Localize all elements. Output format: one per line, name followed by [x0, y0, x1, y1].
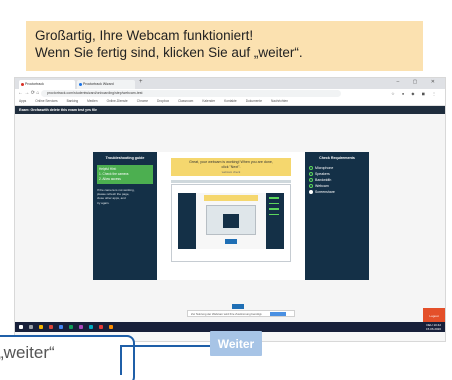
bookmark-item[interactable]: Banking [67, 99, 79, 103]
callout-connector [120, 345, 122, 375]
webcam-preview [171, 184, 291, 262]
extension-icons[interactable]: ☆ ● ◆ ◼ ⋮ [391, 91, 439, 96]
embedded-screen-toolbar [171, 180, 291, 183]
address-row: ← → ⟳ ⌂ proctortrack.com/studentwizard/o… [15, 89, 445, 98]
browser-screenshot: Proctortrack Proctortrack Wizard + – ▢ ✕… [14, 77, 446, 342]
bookmark-item[interactable]: Medien [87, 99, 97, 103]
bookmark-item[interactable]: Apps [19, 99, 26, 103]
preview-right-panel [266, 193, 284, 249]
proctor-content: Troubleshooting guide Helpful Hint: 1. C… [15, 114, 445, 324]
consent-button[interactable] [270, 312, 286, 316]
bookmark-item[interactable]: Nachrichten [271, 99, 288, 103]
preview-center [196, 193, 266, 249]
bookmark-item[interactable]: Chrome [137, 99, 148, 103]
webcam-success-message: Great, your webcam is working! When you … [171, 158, 291, 176]
system-tray-clock[interactable]: DEU 10:42 15.06.2020 [426, 323, 441, 331]
bookmark-item[interactable]: Kontakte [224, 99, 237, 103]
file-explorer-icon[interactable] [39, 325, 43, 329]
bookmark-item[interactable]: Dropbox [157, 99, 169, 103]
troubleshooting-title: Troubleshooting guide [105, 156, 145, 160]
instruction-line-1: Großartig, Ihre Webcam funktioniert! [35, 28, 254, 43]
hint-line: 2. Allow access [99, 177, 121, 181]
check-circle-icon [309, 166, 313, 170]
instruction-line-2: Wenn Sie fertig sind, klicken Sie auf „w… [35, 45, 303, 60]
bookmark-item[interactable]: Kalender [202, 99, 215, 103]
app-icon[interactable] [59, 325, 63, 329]
consent-bar: Zur Nutzung der Webcam wird Ihre Zustimm… [187, 310, 295, 317]
tutorial-slide: Großartig, Ihre Webcam funktioniert! Wen… [0, 0, 452, 380]
exam-title-bar: Exam: Grofaswith delete this exam test y… [15, 106, 445, 114]
bookmark-item[interactable]: Dokumente [246, 99, 262, 103]
requirement-label: Speakers [315, 172, 330, 176]
browser-tab-2[interactable]: Proctortrack Wizard [77, 80, 135, 89]
tab-favicon-icon [79, 83, 82, 86]
search-icon[interactable] [29, 325, 33, 329]
next-button-small[interactable] [232, 304, 244, 309]
troubleshooting-text: If the camera is not working, please ref… [97, 188, 153, 205]
webcam-check-card: Great, your webcam is working! When you … [157, 152, 305, 280]
new-tab-icon[interactable]: + [139, 79, 143, 85]
app-icon[interactable] [109, 325, 113, 329]
trouble-line: try again. [97, 200, 110, 205]
webcam-message-sub: webcam check [221, 170, 241, 174]
zoom-callout-label: „weiter“ [0, 343, 55, 362]
preview-left-panel [178, 193, 196, 249]
app-icon[interactable] [89, 325, 93, 329]
preview-screen-panel [223, 214, 239, 228]
callout-connector [120, 345, 210, 347]
consent-text: Zur Nutzung der Webcam wird Ihre Zustimm… [191, 312, 263, 316]
requirement-label: Webcam [315, 184, 329, 188]
app-icon[interactable] [69, 325, 73, 329]
preview-message [204, 195, 258, 201]
hint-box: Helpful Hint: 1. Check the camera 2. All… [97, 165, 153, 184]
requirement-label: Bandwidth [315, 178, 332, 182]
requirement-item: Screenshare [309, 189, 365, 195]
preview-next-button [225, 239, 237, 244]
chrome-icon[interactable] [49, 325, 53, 329]
app-icon[interactable] [99, 325, 103, 329]
check-circle-icon [309, 172, 313, 176]
browser-tab-1[interactable]: Proctortrack [19, 80, 75, 89]
check-circle-icon [309, 178, 313, 182]
app-icon[interactable] [79, 325, 83, 329]
browser-tab-strip: Proctortrack Proctortrack Wizard + – ▢ ✕ [15, 78, 445, 89]
requirements-title: Check Requirements [319, 156, 355, 160]
pending-circle-icon [309, 190, 313, 194]
clock-date: 15.06.2020 [425, 327, 441, 331]
requirements-panel: Check Requirements Microphone Speakers B… [305, 152, 369, 280]
windows-start-icon[interactable] [19, 325, 23, 329]
bookmark-item[interactable]: Online Services [35, 99, 57, 103]
check-circle-icon [309, 184, 313, 188]
requirement-label: Screenshare [315, 190, 335, 194]
bookmark-item[interactable]: Online-Dienste [107, 99, 128, 103]
navigation-icons[interactable]: ← → ⟳ ⌂ [18, 90, 39, 96]
bookmarks-bar: Apps Online Services Banking Medien Online-D… [15, 98, 445, 106]
preview-screen [206, 205, 256, 235]
weiter-button[interactable]: Weiter [210, 331, 262, 356]
troubleshooting-panel: Troubleshooting guide Helpful Hint: 1. C… [93, 152, 157, 280]
instruction-callout: Großartig, Ihre Webcam funktioniert! Wen… [26, 21, 423, 71]
requirement-label: Microphone [315, 166, 334, 170]
tab-2-title: Proctortrack Wizard [83, 82, 114, 86]
tab-1-title: Proctortrack [25, 82, 44, 86]
tab-favicon-icon [21, 83, 24, 86]
address-bar[interactable]: proctortrack.com/studentwizard/onboardin… [41, 90, 341, 97]
bookmark-item[interactable]: Classroom [178, 99, 193, 103]
window-controls[interactable]: – ▢ ✕ [397, 79, 441, 85]
